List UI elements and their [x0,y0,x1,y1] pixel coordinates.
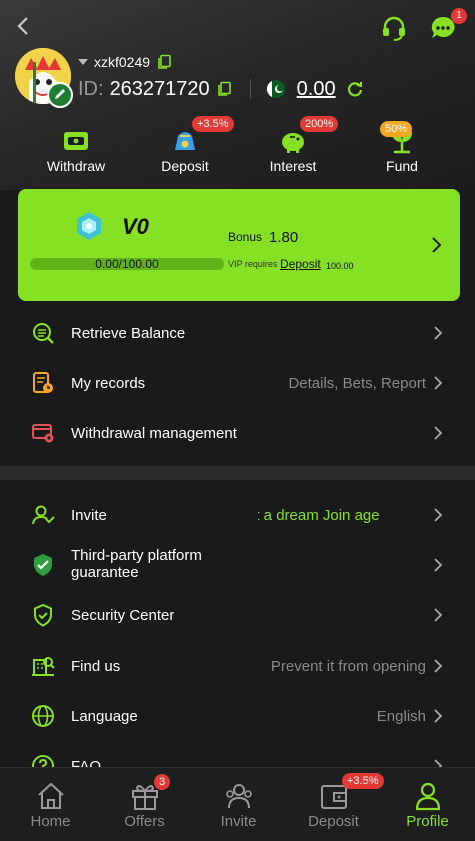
invite-user-icon [32,505,55,525]
find-building-icon [32,657,55,676]
menu-label: Security Center [71,607,175,624]
chat-badge: 1 [451,8,467,24]
menu-label: Third-party platform guarantee [71,547,202,581]
back-chevron-icon[interactable] [12,14,36,38]
top-bar: 1 [0,8,475,48]
refresh-balance-icon[interactable] [346,80,364,98]
section-divider [0,466,475,480]
chevron-right-icon [434,508,443,522]
copy-username-icon[interactable] [156,54,172,70]
invite-marquee: y is not a dream Join age [258,507,426,524]
invite-marquee-text: y is not a dream Join age [258,507,380,524]
chevron-right-icon [434,558,443,572]
vip-deposit-link[interactable]: Deposit [280,257,321,271]
chevron-right-icon [434,608,443,622]
menu-language[interactable]: Language English [0,691,475,741]
people-icon [226,784,252,809]
username: xzkf0249 [94,54,151,70]
tab-invite[interactable]: Invite [191,768,286,841]
menu-find-us[interactable]: Find us Prevent it from opening [0,641,475,691]
menu-label: Withdrawal management [71,425,237,442]
vip-deposit-amount: 100.00 [326,261,354,271]
menu-retrieve-balance[interactable]: Retrieve Balance [0,308,475,358]
deposit-bag-icon [175,132,195,150]
menu-value: English [376,708,426,725]
security-shield-icon [34,603,52,627]
chevron-right-icon [434,376,443,390]
menu-my-records[interactable]: My records Details, Bets, Report [0,358,475,408]
fund-bonus-badge: 50% [380,121,413,137]
bonus-label: Bonus [228,230,263,244]
menu-label: My records [71,375,146,392]
menu-label: Invite [71,507,107,524]
coins-search-icon [33,323,54,344]
home-icon [38,782,64,809]
menu-label: Language [71,708,138,725]
quick-action-label: Interest [269,158,317,174]
profile-header: 1 xzkf0249 ID: 263271720 0.00 Withdraw D… [0,0,475,190]
tab-label: Deposit [308,813,359,830]
tab-profile[interactable]: Profile [380,768,475,841]
copy-id-icon[interactable] [216,81,232,97]
deposit-tab-badge: +3.5% [342,773,384,789]
quick-action-label: Fund [386,158,418,174]
headset-icon[interactable] [380,14,408,42]
bonus-value: 1.80 [269,229,299,246]
quick-action-withdraw[interactable]: Withdraw [31,122,121,178]
menu-withdrawal-management[interactable]: Withdrawal management [0,408,475,458]
tab-offers[interactable]: Offers 3 [97,768,192,841]
offers-count-badge: 3 [154,774,171,790]
tab-deposit[interactable]: Deposit +3.5% [286,768,384,841]
id-value: 263271720 [109,77,210,100]
id-label: ID: [78,77,104,100]
dropdown-caret-icon[interactable] [78,59,88,65]
chevron-right-icon [434,709,443,723]
balance-value[interactable]: 0.00 [297,78,336,101]
edit-avatar-icon[interactable] [47,82,73,108]
tab-label: Offers [124,813,165,830]
quick-action-label: Deposit [161,158,209,174]
tab-label: Profile [406,813,449,830]
chevron-right-icon [434,326,443,340]
deposit-bonus-badge: +3.5% [192,116,234,132]
pakistan-flag-icon [266,80,285,98]
vip-level: V0 [122,214,149,239]
chevron-right-icon [434,659,443,673]
tab-label: Invite [220,813,257,830]
profile-icon [415,782,441,811]
globe-icon [32,705,54,727]
records-icon [33,372,53,393]
menu-security-center[interactable]: Security Center [0,590,475,640]
username-row: xzkf0249 [78,52,172,72]
withdraw-icon [64,132,88,150]
vip-progress-text: 0.00/100.00 [95,257,159,271]
menu-third-party-guarantee[interactable]: Third-party platform guarantee [0,540,475,590]
interest-bonus-badge: 200% [300,116,339,132]
bottom-tab-bar: Home Offers 3 Invite Deposit +3.5% Profi… [0,767,475,841]
chevron-right-icon [432,237,442,253]
vip-requires-text: VIP requires [228,259,278,269]
menu-label: Find us [71,658,121,675]
chevron-right-icon [434,426,443,440]
menu-value: Details, Bets, Report [288,375,426,392]
vip-gem-icon [77,212,101,240]
divider [249,79,251,99]
menu-invite[interactable]: Invite y is not a dream Join age [0,490,475,540]
vip-card[interactable]: V0 0.00/100.00 Bonus 1.80 VIP requires D… [18,189,460,301]
piggy-bank-icon [282,133,304,153]
menu-label: Retrieve Balance [71,325,186,342]
shield-check-icon [34,554,52,576]
card-settings-icon [32,424,54,443]
tab-home[interactable]: Home [3,768,98,841]
user-id-row: ID: 263271720 0.00 [78,76,364,102]
quick-action-label: Withdraw [46,158,106,174]
tab-label: Home [30,813,71,830]
menu-value: Prevent it from opening [270,658,426,675]
